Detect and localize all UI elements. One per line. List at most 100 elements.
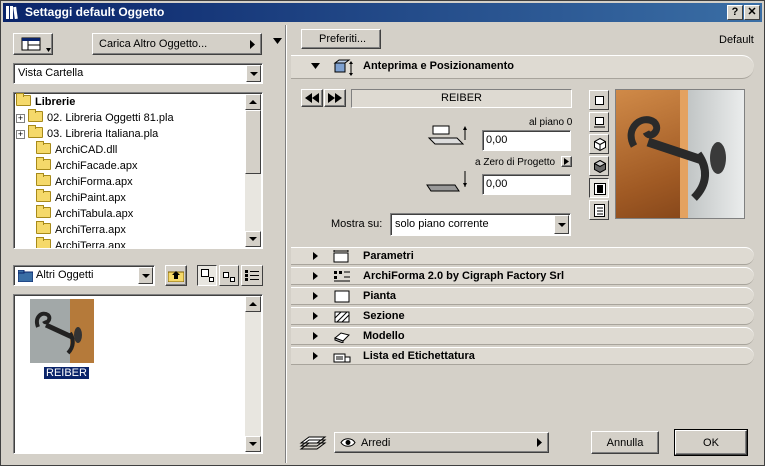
shaded-cube-icon: [594, 160, 606, 173]
tree-item[interactable]: +02. Libreria Oggetti 81.pla: [16, 109, 174, 126]
section-parametri[interactable]: Parametri: [291, 247, 754, 265]
tree-item-label: ArchiPaint.apx: [55, 192, 126, 204]
dialog-window: Settaggi default Oggetto ? ✕ Carica Altr…: [0, 0, 765, 466]
reference-dropdown-button[interactable]: [561, 156, 572, 167]
zero-level-input[interactable]: 0,00: [482, 174, 571, 195]
view-mode-select[interactable]: Vista Cartella: [13, 63, 263, 84]
tree-item[interactable]: ArchiFacade.apx: [36, 157, 138, 174]
tree-item[interactable]: ArchiTerra.apx: [36, 237, 126, 248]
section-archiforma[interactable]: ArchiForma 2.0 by Cigraph Factory Srl: [291, 267, 754, 285]
cancel-button[interactable]: Annulla: [591, 431, 659, 454]
folder-icon: [36, 173, 51, 186]
section-title: Lista ed Etichettatura: [363, 350, 475, 362]
object-list[interactable]: REIBER: [13, 294, 263, 454]
tree-item[interactable]: +03. Libreria Italiana.pla: [16, 125, 158, 142]
tree-item-librerie[interactable]: Librerie: [16, 93, 76, 110]
scroll-down-icon[interactable]: [245, 231, 261, 247]
folder-up-icon: [168, 271, 184, 282]
tree-item[interactable]: ArchiTerra.apx: [36, 221, 126, 238]
door-handle-icon: [627, 116, 726, 201]
show-on-select[interactable]: solo piano corrente: [390, 213, 571, 236]
close-button[interactable]: ✕: [744, 5, 760, 20]
cube-icon: [594, 138, 606, 151]
load-other-object-button[interactable]: Carica Altro Oggetto...: [92, 33, 262, 55]
section-modello[interactable]: Modello: [291, 327, 754, 345]
section-sezione[interactable]: Sezione: [291, 307, 754, 325]
scroll-up-icon[interactable]: [245, 94, 261, 110]
scroll-thumb[interactable]: [245, 110, 261, 174]
section-lista[interactable]: Lista ed Etichettatura: [291, 347, 754, 365]
tree-item[interactable]: ArchiTabula.apx: [36, 205, 133, 222]
small-icons-view-button[interactable]: [219, 265, 239, 286]
section-title: Sezione: [363, 310, 405, 322]
zero-level-icon: [426, 171, 467, 192]
eye-icon: [340, 438, 356, 447]
info-view-button[interactable]: [589, 200, 609, 220]
object-thumbnail[interactable]: [30, 299, 94, 363]
folder-icon: [36, 237, 51, 248]
folder-icon: [36, 157, 51, 170]
object-name-label[interactable]: REIBER: [44, 367, 89, 379]
section-title: Parametri: [363, 250, 414, 262]
archiforma-icon: [334, 271, 350, 282]
plan-view-button[interactable]: [589, 90, 609, 110]
ok-button[interactable]: OK: [674, 429, 748, 456]
large-icons-view-button[interactable]: [197, 265, 217, 286]
caret-right-icon: [564, 158, 569, 165]
scroll-down-icon[interactable]: [245, 436, 261, 452]
library-tree[interactable]: Librerie +02. Libreria Oggetti 81.pla +0…: [13, 92, 263, 249]
tree-item[interactable]: ArchiCAD.dll: [36, 141, 117, 158]
dropdown-arrow-icon[interactable]: [138, 267, 153, 284]
expand-icon[interactable]: +: [16, 114, 25, 123]
triangle-right-icon: [313, 312, 318, 320]
elevation-view-icon: [594, 117, 605, 128]
next-object-button[interactable]: [324, 89, 346, 107]
window-title: Settaggi default Oggetto: [25, 5, 165, 19]
list-view-button[interactable]: [241, 265, 263, 286]
small-icons-icon: [223, 272, 235, 282]
positioning-icon: [333, 59, 353, 76]
caret-right-icon: [250, 40, 255, 49]
expand-icon[interactable]: +: [16, 130, 25, 139]
tree-item-label: Librerie: [35, 96, 76, 108]
offset-input[interactable]: 0,00: [482, 130, 571, 151]
tree-item[interactable]: ArchiPaint.apx: [36, 189, 126, 206]
up-folder-button[interactable]: [165, 265, 187, 286]
load-other-object-label: Carica Altro Oggetto...: [99, 38, 208, 50]
view-mode-value: Vista Cartella: [18, 67, 84, 79]
axonometric-view-button[interactable]: [589, 134, 609, 154]
favorites-label: Preferiti...: [319, 33, 367, 45]
mostra-su-label: Mostra su:: [331, 218, 383, 230]
model-icon: [334, 332, 350, 343]
section-title: ArchiForma 2.0 by Cigraph Factory Srl: [363, 270, 565, 282]
category-value: Altri Oggetti: [36, 269, 94, 281]
previous-object-button[interactable]: [301, 89, 323, 107]
tree-item-label: 02. Libreria Oggetti 81.pla: [47, 112, 174, 124]
scroll-up-icon[interactable]: [245, 296, 261, 312]
section-pianta[interactable]: Pianta: [291, 287, 754, 305]
photo-view-button[interactable]: [589, 178, 609, 198]
listing-icon: [333, 353, 351, 363]
shaded-view-button[interactable]: [589, 156, 609, 176]
elevation-offset-icon: [427, 125, 467, 145]
side-view-button[interactable]: [589, 112, 609, 132]
help-button[interactable]: ?: [727, 5, 743, 20]
object-list-scrollbar[interactable]: [245, 296, 261, 452]
view-mode-button[interactable]: [13, 33, 53, 55]
section-anteprima[interactable]: Anteprima e Posizionamento: [291, 55, 754, 79]
panel-toggle-arrow-icon[interactable]: [273, 38, 282, 44]
layer-select[interactable]: Arredi: [334, 432, 549, 453]
window-layout-icon: [21, 37, 41, 51]
ok-label: OK: [703, 437, 719, 449]
category-select[interactable]: Altri Oggetti: [13, 265, 155, 286]
folder-icon: [28, 125, 43, 138]
zero-level-input-value: 0,00: [486, 178, 508, 190]
favorites-button[interactable]: Preferiti...: [301, 29, 381, 49]
tree-item-label: ArchiFacade.apx: [55, 160, 138, 172]
tree-item[interactable]: ArchiForma.apx: [36, 173, 133, 190]
folder-icon: [36, 141, 51, 154]
layer-value: Arredi: [361, 437, 391, 449]
dropdown-arrow-icon[interactable]: [554, 215, 569, 234]
dropdown-arrow-icon[interactable]: [246, 65, 261, 82]
tree-scrollbar[interactable]: [245, 94, 261, 247]
